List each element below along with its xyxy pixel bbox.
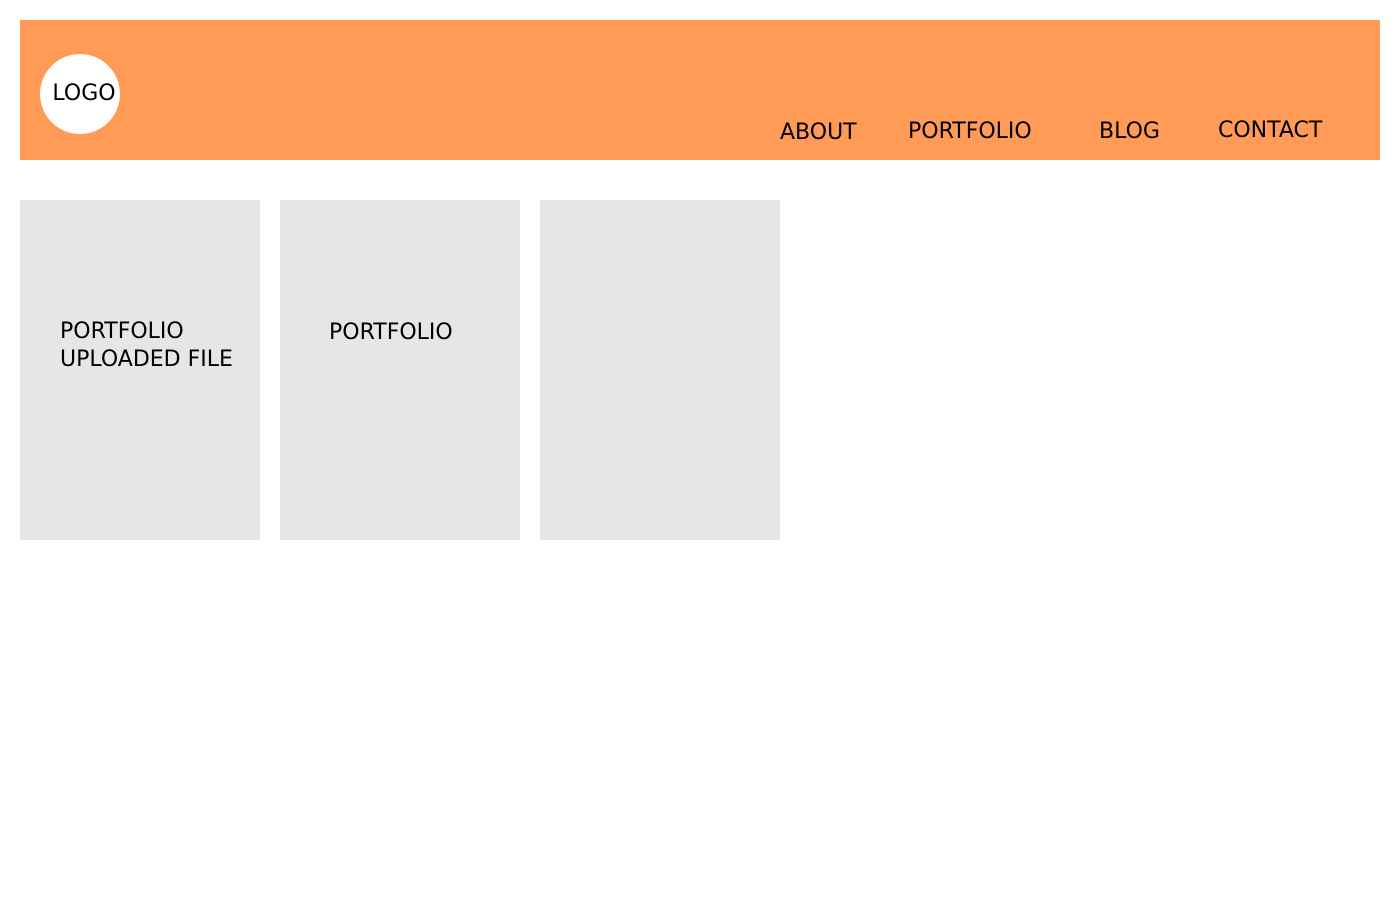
portfolio-card-title: PORTFOLIO (60, 319, 184, 344)
portfolio-card-title: PORTFOLIO (329, 320, 453, 345)
nav-contact[interactable]: CONTACT (1218, 120, 1322, 142)
logo[interactable]: LOGO (40, 54, 120, 134)
nav-about[interactable]: ABOUT (780, 122, 857, 144)
portfolio-card-1[interactable]: PORTFOLIO UPLOADED FILE (20, 200, 260, 540)
portfolio-card-3[interactable] (540, 200, 780, 540)
site-header: LOGO ABOUT PORTFOLIO BLOG CONTACT (20, 20, 1380, 160)
nav-blog[interactable]: BLOG (1099, 121, 1160, 143)
portfolio-card-subtitle: UPLOADED FILE (60, 347, 233, 372)
portfolio-card-2[interactable]: PORTFOLIO (280, 200, 520, 540)
logo-label: LOGO (52, 81, 116, 106)
nav-portfolio[interactable]: PORTFOLIO (908, 121, 1032, 143)
